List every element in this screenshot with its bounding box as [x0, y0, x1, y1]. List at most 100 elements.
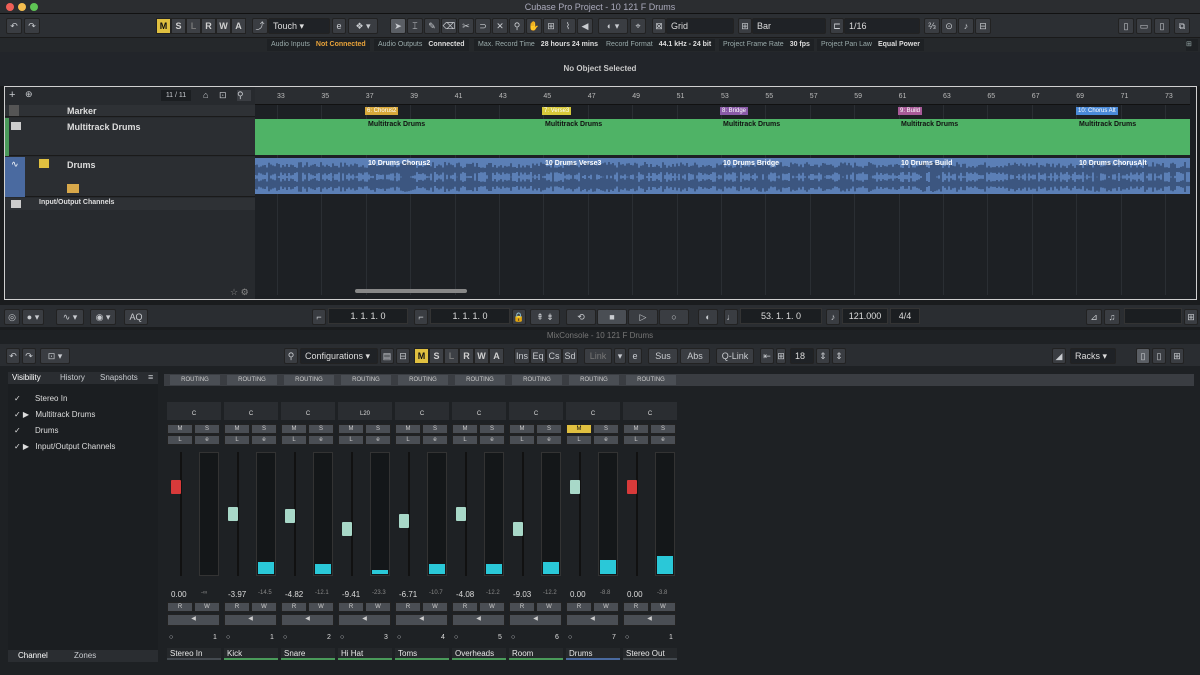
play-tool-icon[interactable]: ◀ [577, 18, 593, 34]
channel-count[interactable]: 18 [790, 348, 814, 364]
mute-all-button[interactable]: M [414, 348, 429, 364]
routing-slot[interactable]: ROUTING [170, 375, 220, 385]
monitor-button[interactable]: ◀ [167, 614, 220, 626]
volume-value[interactable]: -9.03 [513, 590, 531, 599]
solo-button[interactable]: S [365, 424, 391, 434]
channel-name[interactable]: Drums [566, 648, 620, 660]
listen-button[interactable]: L [281, 435, 307, 445]
quantize-icon[interactable]: ⊏ [830, 18, 844, 34]
edit-button[interactable]: e [308, 435, 334, 445]
right-locator-icon[interactable]: ⌐ [414, 309, 428, 325]
solo-button[interactable]: S [536, 424, 562, 434]
hand-tool-icon[interactable]: ✋ [526, 18, 542, 34]
sus-button[interactable]: Sus [648, 348, 678, 364]
marker-event[interactable]: 8: Bridge [720, 107, 749, 115]
right-locator[interactable]: 1. 1. 1. 0 [430, 308, 510, 324]
routing-slot[interactable]: ROUTING [398, 375, 448, 385]
draw-tool-icon[interactable]: ✎ [424, 18, 440, 34]
qlink-button[interactable]: Q-Link [716, 348, 754, 364]
color-tool-icon[interactable]: ◐ ▾ [598, 18, 628, 34]
routing-slot[interactable]: ROUTING [455, 375, 505, 385]
write-button[interactable]: W [308, 602, 334, 612]
write-button[interactable]: W [593, 602, 619, 612]
volume-value[interactable]: -4.08 [456, 590, 474, 599]
zoom-window-button[interactable] [30, 3, 38, 11]
lower-zone-icon[interactable]: ▭ [1136, 18, 1152, 34]
solo-mode-button[interactable]: S [171, 18, 186, 34]
tempo-display[interactable]: 121.000 [842, 308, 888, 324]
channel-name[interactable]: Kick [224, 648, 278, 660]
track-marker[interactable]: Marker [5, 105, 255, 117]
right-zone-icon[interactable]: ▯ [1152, 348, 1166, 364]
edit-button[interactable]: e [650, 435, 676, 445]
aq-button[interactable]: AQ [124, 309, 148, 325]
configurations-select[interactable]: Configurations ▾ [300, 348, 378, 364]
marker-event[interactable]: 10: Chorus Alt [1076, 107, 1118, 115]
position-display[interactable]: 53. 1. 1. 0 [740, 308, 822, 324]
tempo-icon[interactable]: ♪ [826, 309, 840, 325]
volume-value[interactable]: 0.00 [627, 590, 643, 599]
racks-select[interactable]: Racks ▾ [1070, 348, 1116, 364]
automation-mode-button[interactable]: A [231, 18, 246, 34]
grid-select[interactable]: Bar [752, 18, 826, 34]
solo-button[interactable]: S [308, 424, 334, 434]
monitor-button[interactable]: ◀ [395, 614, 448, 626]
tab-sd[interactable]: Sd [562, 348, 578, 364]
snapshot-icon[interactable]: ▤ [380, 348, 394, 364]
edit-button[interactable]: e [422, 435, 448, 445]
save-icon[interactable]: ⊟ [396, 348, 410, 364]
punch-in-out-icon[interactable]: ⇞ ⇟ [530, 309, 560, 325]
write-button[interactable]: W [251, 602, 277, 612]
mute-button[interactable] [39, 159, 49, 168]
zoom-icon[interactable]: ☆ ⚙ [230, 287, 249, 298]
status-settings-icon[interactable]: ⊞ [1186, 39, 1198, 51]
write-mode-button[interactable]: W [216, 18, 231, 34]
edit-button[interactable]: e [365, 435, 391, 445]
link-icon[interactable]: ○ [169, 634, 173, 641]
snap-toggle-icon[interactable]: ⊠ [652, 18, 666, 34]
read-button[interactable]: R [566, 602, 592, 612]
signature-display[interactable]: 4/4 [890, 308, 920, 324]
audio-input-icon[interactable]: ∿ ▾ [56, 309, 84, 325]
visibility-item[interactable]: ✓ ▶ Input/Output Channels [14, 442, 124, 451]
tab-channel[interactable]: Channel [18, 651, 48, 660]
edit-button[interactable]: e [593, 435, 619, 445]
channel-name[interactable]: Stereo In [167, 648, 221, 660]
read-button[interactable]: R [509, 602, 535, 612]
link-icon[interactable]: ○ [340, 634, 344, 641]
punch-icon[interactable]: ◉ ▾ [90, 309, 116, 325]
automation-mode-select[interactable]: Touch ▾ [268, 18, 330, 34]
left-locator-icon[interactable]: ⌐ [312, 309, 326, 325]
zoom-tool-icon[interactable]: ⚲ [509, 18, 525, 34]
solo-button[interactable]: S [650, 424, 676, 434]
listen-button[interactable]: L [167, 435, 193, 445]
read-mode-button[interactable]: R [201, 18, 216, 34]
left-zone-icon[interactable]: ▯ [1118, 18, 1134, 34]
link-icon[interactable]: ○ [226, 634, 230, 641]
track-io-channels[interactable]: Input/Output Channels [5, 198, 255, 210]
volume-fader[interactable] [570, 479, 580, 494]
tab-cs[interactable]: Cs [546, 348, 562, 364]
mute-button[interactable]: M [338, 424, 364, 434]
listen-button[interactable]: L [452, 435, 478, 445]
edit-button[interactable]: e [479, 435, 505, 445]
channel-height-dropdown-icon[interactable]: ⇕ [832, 348, 846, 364]
edit-button[interactable]: e [251, 435, 277, 445]
mute-button[interactable]: M [224, 424, 250, 434]
volume-value[interactable]: -6.71 [399, 590, 417, 599]
channel-width-icon[interactable]: ⇤ [760, 348, 774, 364]
mute-button[interactable]: M [566, 424, 592, 434]
listen-button[interactable]: L [224, 435, 250, 445]
record-mode-icon[interactable]: ● ▾ [22, 309, 44, 325]
edit-button[interactable]: e [194, 435, 220, 445]
write-button[interactable]: W [422, 602, 448, 612]
solo-button[interactable]: S [251, 424, 277, 434]
close-window-button[interactable] [6, 3, 14, 11]
mute-button[interactable]: M [281, 424, 307, 434]
channel-name[interactable]: Hi Hat [338, 648, 392, 660]
listen-all-button[interactable]: L [444, 348, 459, 364]
write-button[interactable]: W [479, 602, 505, 612]
monitor-button[interactable] [67, 184, 79, 193]
monitor-button[interactable]: ◀ [623, 614, 676, 626]
pan-control[interactable]: C [167, 402, 221, 420]
